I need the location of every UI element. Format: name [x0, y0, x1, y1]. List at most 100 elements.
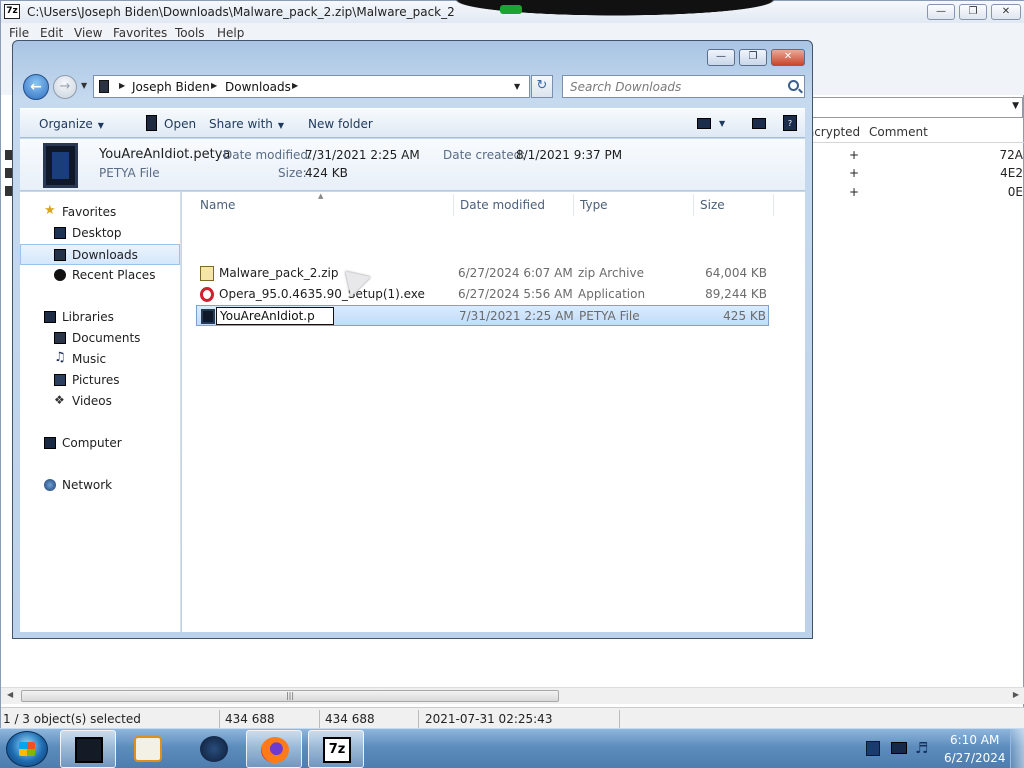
file-name: Malware_pack_2.zip [219, 266, 339, 280]
column-size[interactable]: Size [700, 198, 725, 212]
menu-view[interactable]: View [74, 26, 102, 40]
column-date-modified[interactable]: Date modified [460, 198, 545, 212]
breadcrumb-downloads[interactable]: Downloads [225, 80, 291, 94]
preview-pane-icon[interactable] [752, 118, 766, 129]
recent-pages-dropdown-icon[interactable]: ▼ [81, 81, 87, 90]
new-folder-button[interactable]: New folder [308, 117, 373, 131]
column-divider[interactable] [573, 194, 574, 216]
rename-input[interactable] [216, 307, 334, 325]
nav-downloads[interactable]: Downloads [20, 244, 180, 265]
status-packed-size: 434 688 [325, 712, 375, 726]
explorer-window: — ❐ ✕ ← → ▼ ▶ Joseph Biden ▶ Downloads ▶… [12, 40, 813, 639]
7zip-list-row[interactable]: + 4E2 [811, 164, 1024, 183]
browser-globe-icon [200, 736, 228, 762]
start-button[interactable] [6, 731, 48, 767]
breadcrumb-separator-icon[interactable]: ▶ [211, 81, 217, 90]
forward-button[interactable]: → [53, 75, 77, 99]
chevron-down-icon[interactable]: ▼ [514, 82, 520, 91]
petya-file-icon [201, 309, 215, 324]
column-divider[interactable] [453, 194, 454, 216]
nav-libraries[interactable]: Libraries [20, 307, 180, 328]
file-name: Opera_95.0.4635.90_Setup(1).exe [219, 287, 425, 301]
breadcrumb-user[interactable]: Joseph Biden [132, 80, 210, 94]
nav-desktop[interactable]: Desktop [20, 223, 180, 244]
close-button[interactable]: ✕ [991, 4, 1021, 20]
7zip-address-combo[interactable]: ▼ [811, 97, 1023, 118]
taskbar-explorer[interactable] [60, 730, 116, 768]
column-type[interactable]: Type [580, 198, 608, 212]
open-file-icon[interactable] [146, 115, 157, 131]
menu-favorites[interactable]: Favorites [113, 26, 167, 40]
search-icon[interactable] [788, 80, 799, 91]
column-comment[interactable]: Comment [869, 125, 928, 139]
scrollbar-thumb[interactable]: ||| [21, 690, 559, 702]
7zip-list-row[interactable]: + 0E [811, 183, 1024, 202]
crc-value: 72A [999, 148, 1023, 162]
help-icon[interactable]: ? [783, 115, 797, 131]
taskbar-media-player[interactable] [120, 730, 176, 768]
file-row-petya[interactable]: 7/31/2021 2:25 AM PETYA File 425 KB [196, 305, 769, 326]
nav-computer[interactable]: Computer [20, 433, 180, 454]
menu-help[interactable]: Help [217, 26, 244, 40]
breadcrumb-separator-icon[interactable]: ▶ [292, 81, 298, 90]
show-desktop-button[interactable] [1010, 729, 1024, 768]
nav-favorites[interactable]: ★ Favorites [20, 202, 180, 223]
taskbar-7zip[interactable]: 7z [308, 730, 364, 768]
file-date: 6/27/2024 6:07 AM [458, 266, 573, 280]
change-view-icon[interactable] [697, 118, 711, 129]
horizontal-scrollbar[interactable]: ◀ ||| ▶ [1, 687, 1024, 704]
date-created-label: Date created: [443, 148, 526, 162]
scroll-right-icon[interactable]: ▶ [1013, 690, 1019, 699]
tray-network-icon[interactable] [866, 741, 880, 756]
search-input[interactable] [570, 79, 780, 94]
file-row-opera[interactable]: Opera_95.0.4635.90_Setup(1).exe 6/27/202… [196, 284, 769, 305]
organize-button[interactable]: Organize ▼ [39, 117, 104, 131]
nav-videos[interactable]: ❖ Videos [20, 391, 180, 412]
7zip-list-row[interactable]: + 72A [811, 146, 1024, 165]
clock-date[interactable]: 6/27/2024 [944, 751, 1006, 765]
organize-label: Organize [39, 117, 93, 131]
column-name[interactable]: Name [200, 198, 235, 212]
nav-network[interactable]: Network [20, 475, 180, 496]
explorer-minimize-button[interactable]: — [707, 49, 735, 66]
taskbar-browser[interactable] [186, 730, 242, 768]
nav-documents[interactable]: Documents [20, 328, 180, 349]
crc-value: 0E [1007, 185, 1023, 199]
nav-music[interactable]: ♫ Music [20, 349, 180, 370]
clock-time[interactable]: 6:10 AM [950, 733, 999, 747]
file-row-zip[interactable]: Malware_pack_2.zip 6/27/2024 6:07 AM zip… [196, 263, 769, 284]
crc-value: 4E2 [1000, 166, 1023, 180]
open-button[interactable]: Open [164, 117, 196, 131]
nav-pictures-label: Pictures [72, 373, 120, 387]
nav-pictures[interactable]: Pictures [20, 370, 180, 391]
minimize-button[interactable]: — [927, 4, 955, 20]
videos-icon: ❖ [54, 393, 65, 407]
maximize-button[interactable]: ❐ [959, 4, 987, 20]
opera-icon [200, 287, 214, 302]
pictures-icon [54, 374, 66, 386]
taskbar-firefox[interactable] [246, 730, 302, 768]
size-label: Size: [278, 166, 307, 180]
column-divider[interactable] [773, 194, 774, 216]
menu-tools[interactable]: Tools [175, 26, 205, 40]
tray-volume-icon[interactable]: ♬ [915, 740, 931, 756]
7zip-app-icon[interactable]: 7z [4, 4, 20, 19]
explorer-close-button[interactable]: ✕ [771, 49, 805, 66]
address-bar[interactable]: ▶ Joseph Biden ▶ Downloads ▶ ▼ [93, 75, 530, 98]
nav-recent-places[interactable]: Recent Places [20, 265, 180, 286]
refresh-button[interactable]: ↻ [531, 75, 553, 98]
chevron-down-icon[interactable]: ▼ [719, 119, 725, 128]
menu-file[interactable]: File [9, 26, 29, 40]
chevron-down-icon[interactable]: ▼ [1012, 101, 1019, 111]
scroll-left-icon[interactable]: ◀ [7, 690, 13, 699]
column-divider[interactable] [693, 194, 694, 216]
back-button[interactable]: ← [23, 74, 49, 100]
nav-music-label: Music [72, 352, 107, 366]
tray-monitor-icon[interactable] [891, 742, 907, 754]
explorer-maximize-button[interactable]: ❐ [739, 49, 767, 66]
menu-edit[interactable]: Edit [40, 26, 63, 40]
nav-documents-label: Documents [72, 331, 141, 345]
breadcrumb-separator-icon[interactable]: ▶ [119, 81, 125, 90]
search-box[interactable] [562, 75, 805, 98]
share-with-button[interactable]: Share with ▼ [209, 117, 284, 131]
